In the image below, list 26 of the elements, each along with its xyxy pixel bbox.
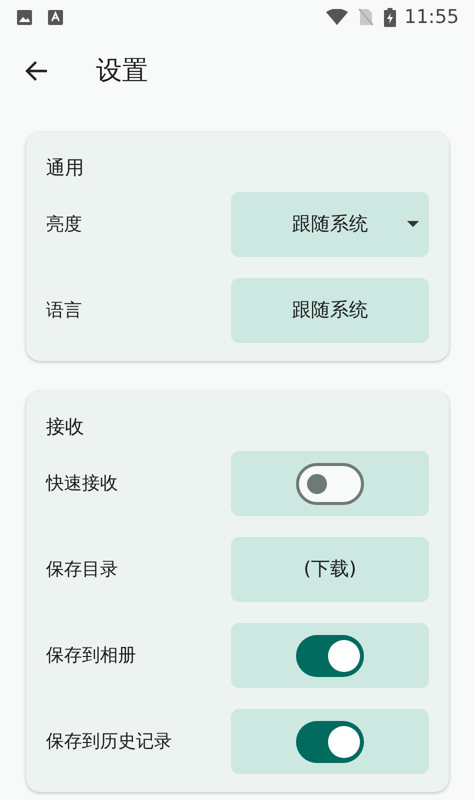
battery-charging-icon (384, 8, 396, 26)
setting-label: 保存目录 (46, 558, 119, 582)
value-button[interactable]: (下载) (231, 537, 429, 602)
value-button[interactable]: 跟随系统 (231, 278, 429, 343)
switch-tile[interactable] (231, 623, 429, 688)
toggle-switch[interactable] (296, 720, 364, 762)
setting-label: 语言 (46, 299, 83, 323)
setting-label: 亮度 (46, 213, 83, 237)
switch-tile[interactable] (231, 451, 429, 516)
dropdown-arrow-icon (407, 221, 419, 227)
setting-label: 快速接收 (46, 472, 119, 496)
font-icon (48, 8, 63, 26)
setting-label: 保存到历史记录 (46, 730, 173, 754)
section-title: 接收 (46, 415, 85, 440)
dropdown[interactable]: 跟随系统 (231, 192, 429, 257)
wifi-icon (326, 9, 348, 25)
setting-label: 保存到相册 (46, 644, 137, 668)
clock-time: 11:55 (404, 4, 459, 30)
switch-tile[interactable] (231, 709, 429, 774)
toggle-switch[interactable] (296, 462, 364, 504)
back-arrow-icon (25, 60, 49, 82)
no-sim-icon (358, 8, 374, 26)
image-icon (16, 8, 33, 26)
page-title: 设置 (96, 54, 148, 88)
toggle-switch[interactable] (296, 634, 364, 676)
section-title: 通用 (46, 156, 85, 181)
